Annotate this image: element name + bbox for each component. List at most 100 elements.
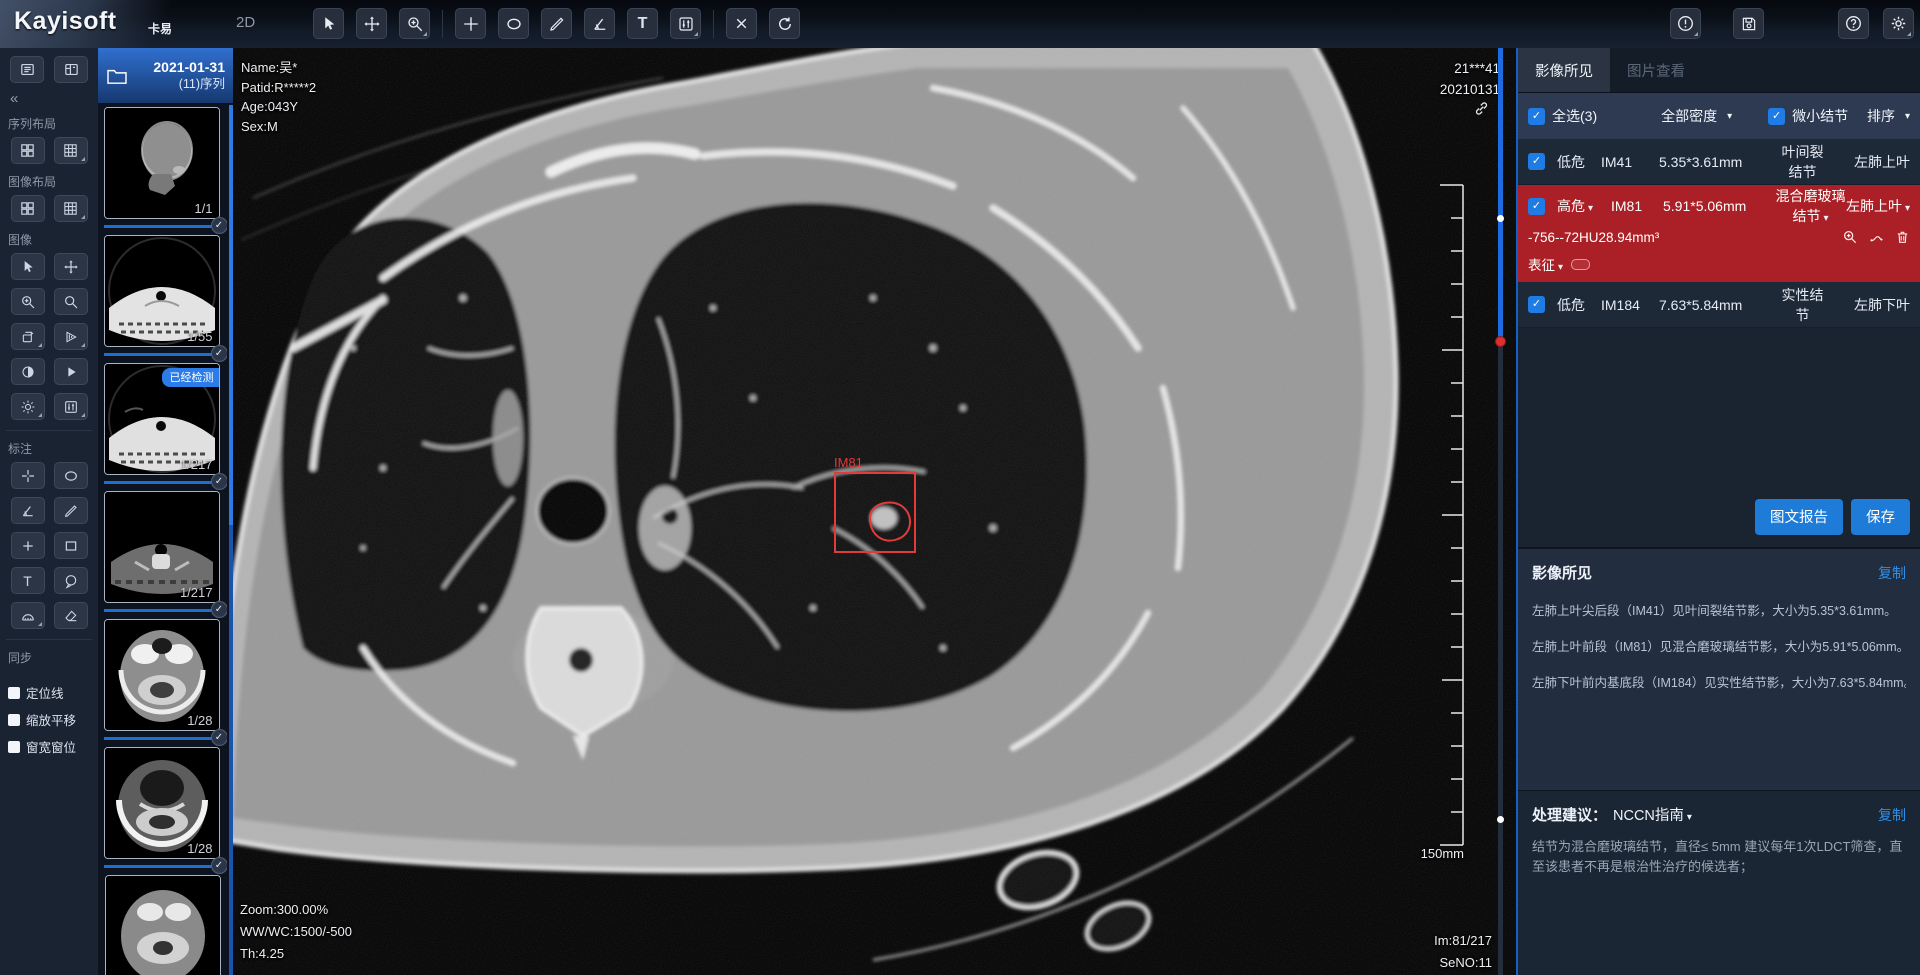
select-all-control[interactable]: ✓ 全选(3) [1528,106,1597,126]
nodule-row-selected[interactable]: ✓ 高危▾ IM81 5.91*5.06mm 混合磨玻璃结节▾ 左肺上叶▾ -7… [1518,185,1920,282]
annotate-arc-ruler-button[interactable] [11,602,45,629]
zoom-in-tool-button[interactable] [399,8,430,39]
cursor-tool-button[interactable] [313,8,344,39]
angle-tool-button[interactable] [584,8,615,39]
zoom-in-icon [406,15,424,33]
slice-position-slider[interactable] [1498,48,1503,975]
feature-dropdown[interactable]: 表征▾ [1528,254,1563,274]
study-date-overlay: 20210131 [1440,79,1500,100]
flip-icon [63,329,79,345]
annotate-eraser-button[interactable] [54,602,88,629]
delete-annotation-button[interactable] [726,8,757,39]
help-button[interactable] [1838,8,1869,39]
text-tool-button[interactable]: T [627,8,658,39]
nodule-location-dropdown[interactable]: 左肺上叶▾ [1846,196,1910,216]
select-all-checkbox[interactable]: ✓ [1528,108,1545,125]
tab-image-view[interactable]: 图片查看 [1610,48,1702,92]
nodule-row[interactable]: ✓ 低危 IM41 5.35*3.61mm 叶间裂结节 左肺上叶 [1518,139,1920,185]
layout-panel-button[interactable] [54,56,88,83]
check-icon: ✓ [1532,155,1541,167]
micro-nodule-control[interactable]: ✓ 微小结节 [1768,106,1848,126]
image-flip-button[interactable] [54,323,88,350]
checkbox-unchecked[interactable] [8,687,20,699]
annotate-pencil-button[interactable] [54,497,88,524]
thumbnail-axial-lung-detected[interactable]: 已经检测 1/217 [104,363,220,475]
image-zoom-in-button[interactable] [11,288,45,315]
image-invert-button[interactable] [11,358,45,385]
advice-title: 处理建议： [1532,804,1607,825]
micro-nodule-checkbox[interactable]: ✓ [1768,108,1785,125]
pan-tool-button[interactable] [356,8,387,39]
nodule-checkbox[interactable]: ✓ [1528,153,1545,170]
checkbox-unchecked[interactable] [8,714,20,726]
copy-findings-link[interactable]: 复制 [1878,563,1906,583]
nodule-risk-dropdown[interactable]: 高危▾ [1557,196,1611,216]
sync-option-zoom-pan[interactable]: 缩放平移 [8,710,98,729]
guideline-dropdown[interactable]: NCCN指南▾ [1613,804,1692,825]
checkbox-unchecked[interactable] [8,741,20,753]
series-grid-3x3-button[interactable] [54,137,88,164]
series-grid-2x2-button[interactable] [11,137,45,164]
current-nodule-marker-dot[interactable] [1495,336,1506,347]
thumbnail-axial-brain[interactable] [105,875,221,975]
image-brightness-button[interactable] [11,393,45,420]
image-play-button[interactable] [54,358,88,385]
ct-viewport[interactable]: IM81 Name:吴* Patid:R*****2 Age:043Y Sex:… [233,48,1516,975]
thumbnail-axial-brain[interactable]: 1/28 [104,619,220,731]
thumbnail-axial-brain[interactable]: 1/28 [104,747,220,859]
annotate-rect-button[interactable] [54,532,88,559]
annotate-angle-button[interactable] [11,497,45,524]
collapse-sidebar-button[interactable]: « [10,92,98,106]
nodule-checkbox[interactable]: ✓ [1528,198,1545,215]
nodule-row[interactable]: ✓ 低危 IM184 7.63*5.84mm 实性结节 左肺下叶 [1518,282,1920,328]
sync-option-localizer[interactable]: 定位线 [8,683,98,702]
contour-edit-icon[interactable] [1868,229,1885,245]
ellipse-tool-button[interactable] [498,8,529,39]
save-button[interactable]: 保存 [1851,499,1910,535]
annotate-text-button[interactable]: T [11,567,45,594]
reset-tool-button[interactable] [769,8,800,39]
settings-button[interactable] [1883,8,1914,39]
copy-advice-link[interactable]: 复制 [1878,805,1906,825]
nodule-checkbox[interactable]: ✓ [1528,296,1545,313]
feature-toggle[interactable] [1571,259,1590,270]
annotate-plus-button[interactable] [11,532,45,559]
app-logo: Kayisoft 卡易 [0,0,215,48]
series-header[interactable]: 2021-01-31 (11)序列 [98,48,233,103]
thumbnail-scout[interactable]: 1/1 [104,107,220,219]
trash-icon[interactable] [1895,229,1910,245]
annotate-crosshair-button[interactable] [11,462,45,489]
crosshair-tool-button[interactable] [455,8,486,39]
thumbnail-axial-lung[interactable]: 1/55 [104,235,220,347]
check-icon: ✓ [1532,110,1541,122]
nodule-marker-dot[interactable] [1497,215,1504,222]
zoom-in-icon [20,294,36,310]
panel-actions: 图文报告 保存 [1518,487,1920,547]
tab-findings[interactable]: 影像所见 [1518,48,1610,92]
image-rotate-button[interactable] [11,323,45,350]
image-grid-2x2-button[interactable] [11,195,45,222]
sync-option-window[interactable]: 窗宽窗位 [8,737,98,756]
image-window-level-button[interactable] [54,393,88,420]
report-alert-button[interactable] [1670,8,1701,39]
link-sync-icon[interactable] [1473,100,1490,122]
series-panel-toggle-button[interactable] [10,56,44,83]
annotate-ellipse-button[interactable] [54,462,88,489]
plus-icon [20,538,36,554]
rotate-reset-icon [776,15,794,33]
window-level-tool-button[interactable] [670,8,701,39]
image-grid-3x3-button[interactable] [54,195,88,222]
thumbnail-axial-soft[interactable]: 1/217 [104,491,220,603]
image-cursor-button[interactable] [11,253,45,280]
report-button[interactable]: 图文报告 [1755,499,1843,535]
pencil-tool-button[interactable] [541,8,572,39]
save-study-button[interactable] [1733,8,1764,39]
annotate-bubble-button[interactable] [54,567,88,594]
locate-zoom-icon[interactable] [1842,229,1858,245]
sort-dropdown[interactable]: 排序 ▾ [1867,106,1910,126]
density-dropdown[interactable]: 全部密度 ▾ [1661,106,1732,126]
image-pan-button[interactable] [54,253,88,280]
image-magnify-button[interactable] [54,288,88,315]
nodule-marker-dot[interactable] [1497,816,1504,823]
nodule-type-dropdown[interactable]: 混合磨玻璃结节▾ [1775,186,1846,226]
